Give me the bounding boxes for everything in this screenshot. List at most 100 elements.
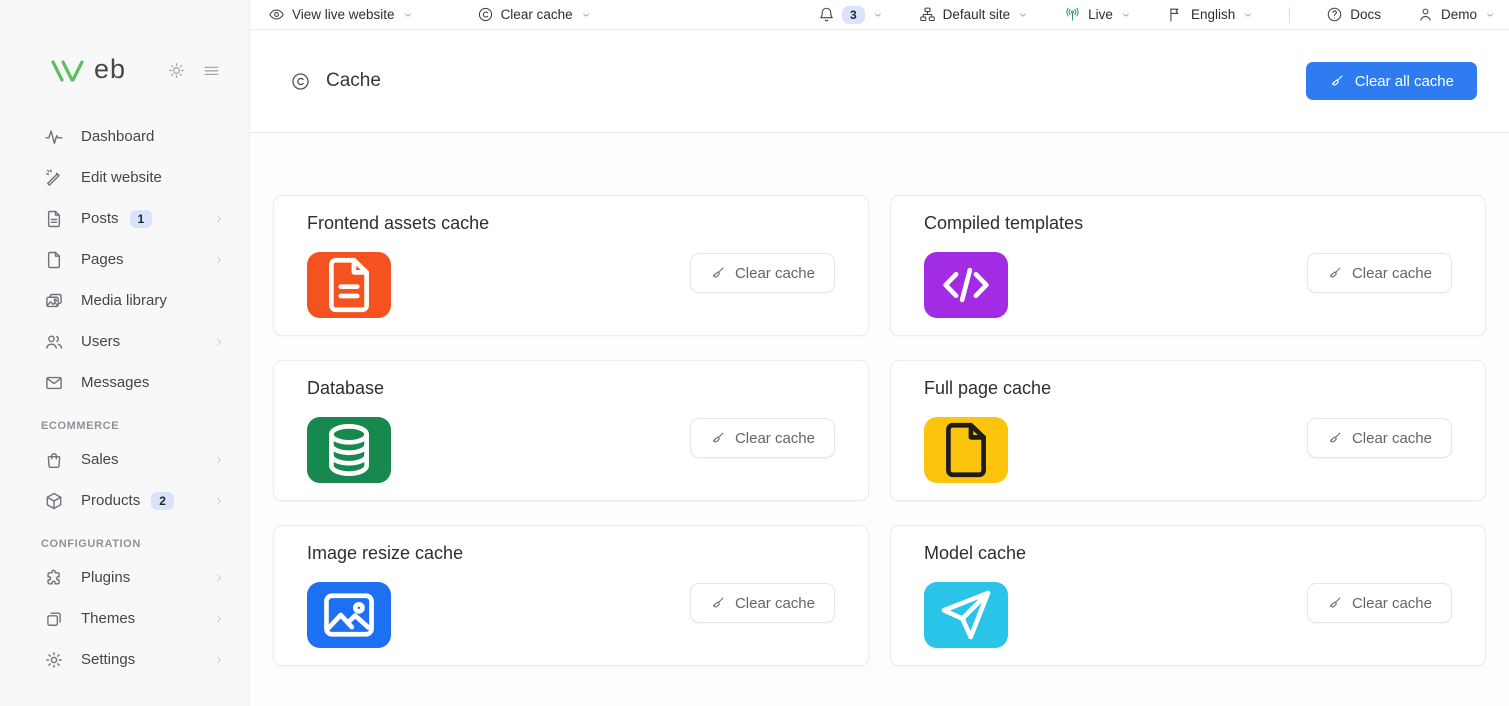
page-header: Cache Clear all cache: [250, 30, 1509, 133]
chevron-down-icon: [1243, 10, 1253, 20]
sidebar-item-users[interactable]: Users: [0, 321, 249, 362]
clear-all-cache-label: Clear all cache: [1355, 73, 1454, 90]
docs-link[interactable]: Docs: [1326, 6, 1381, 23]
sidebar-item-label: Sales: [81, 451, 119, 468]
topbar-divider: [1289, 7, 1290, 23]
sidebar-item-plugins[interactable]: Plugins: [0, 557, 249, 598]
app-logo[interactable]: eb: [50, 56, 167, 84]
clear-cache-button[interactable]: Clear cache: [690, 583, 835, 623]
broom-icon: [710, 595, 726, 611]
box-icon: [44, 491, 64, 511]
app-window: eb Dashboard Edit website Posts 1: [0, 0, 1509, 706]
card-title: Compiled templates: [924, 213, 1452, 234]
file-icon: [924, 417, 1008, 483]
clear-cache-button[interactable]: Clear cache: [690, 418, 835, 458]
collapse-menu-icon[interactable]: [202, 61, 221, 80]
clear-cache-menu[interactable]: Clear cache: [477, 6, 591, 23]
clear-cache-button[interactable]: Clear cache: [690, 253, 835, 293]
sidebar-item-media-library[interactable]: Media library: [0, 280, 249, 321]
sidebar-item-sales[interactable]: Sales: [0, 439, 249, 480]
clear-cache-label: Clear cache: [1352, 430, 1432, 447]
card-image-resize-cache: Image resize cache Clear cache: [273, 525, 869, 666]
sidebar-item-themes[interactable]: Themes: [0, 598, 249, 639]
sidebar-item-label: Plugins: [81, 569, 130, 586]
sidebar-item-dashboard[interactable]: Dashboard: [0, 116, 249, 157]
media-images-icon: [44, 291, 64, 311]
magic-wand-icon: [44, 168, 64, 188]
flag-icon: [1167, 6, 1184, 23]
cache-icon: [477, 6, 494, 23]
sidebar-item-products[interactable]: Products 2: [0, 480, 249, 521]
clear-cache-label: Clear cache: [501, 7, 573, 22]
users-icon: [44, 332, 64, 352]
count-badge: 2: [151, 492, 174, 510]
chevron-down-icon: [403, 10, 413, 20]
clear-cache-label: Clear cache: [1352, 595, 1432, 612]
section-label-ecommerce: ECOMMERCE: [0, 420, 249, 432]
sidebar-item-settings[interactable]: Settings: [0, 639, 249, 680]
clear-cache-button[interactable]: Clear cache: [1307, 583, 1452, 623]
clear-cache-label: Clear cache: [735, 265, 815, 282]
site-selector-menu[interactable]: Default site: [919, 6, 1029, 23]
card-title: Full page cache: [924, 378, 1452, 399]
clear-cache-button[interactable]: Clear cache: [1307, 418, 1452, 458]
sidebar: eb Dashboard Edit website Posts 1: [0, 0, 250, 706]
sidebar-item-label: Products: [81, 492, 140, 509]
clear-cache-label: Clear cache: [735, 430, 815, 447]
section-label-configuration: CONFIGURATION: [0, 538, 249, 550]
environment-menu[interactable]: Live: [1064, 6, 1131, 23]
sidebar-item-pages[interactable]: Pages: [0, 239, 249, 280]
clear-cache-button[interactable]: Clear cache: [1307, 253, 1452, 293]
card-title: Database: [307, 378, 835, 399]
chevron-right-icon: [213, 495, 225, 507]
code-icon: [924, 252, 1008, 318]
user-menu[interactable]: Demo: [1417, 6, 1495, 23]
chevron-down-icon: [581, 10, 591, 20]
file-text-icon: [44, 209, 64, 229]
chevron-right-icon: [213, 254, 225, 266]
language-menu[interactable]: English: [1167, 6, 1253, 23]
card-frontend-assets-cache: Frontend assets cache Clear cache: [273, 195, 869, 336]
activity-icon: [44, 127, 64, 147]
mail-icon: [44, 373, 64, 393]
sidebar-item-label: Users: [81, 333, 120, 350]
sidebar-item-messages[interactable]: Messages: [0, 362, 249, 403]
sidebar-item-label: Dashboard: [81, 128, 154, 145]
sidebar-item-posts[interactable]: Posts 1: [0, 198, 249, 239]
content-area: Frontend assets cache Clear cache Compil…: [250, 133, 1509, 706]
sidebar-nav: Dashboard Edit website Posts 1 Pages Med…: [0, 116, 249, 680]
copy-layers-icon: [44, 609, 64, 629]
chevron-down-icon: [1018, 10, 1028, 20]
eye-icon: [268, 6, 285, 23]
puzzle-icon: [44, 568, 64, 588]
broom-icon: [710, 430, 726, 446]
chevron-down-icon: [1121, 10, 1131, 20]
notifications-menu[interactable]: 3: [818, 6, 883, 24]
clear-cache-label: Clear cache: [735, 595, 815, 612]
chevron-right-icon: [213, 336, 225, 348]
view-live-website-menu[interactable]: View live website: [268, 6, 413, 23]
broom-icon: [710, 265, 726, 281]
theme-toggle-sun-icon[interactable]: [167, 61, 186, 80]
card-title: Image resize cache: [307, 543, 835, 564]
sidebar-item-label: Pages: [81, 251, 124, 268]
chevron-right-icon: [213, 613, 225, 625]
send-icon: [924, 582, 1008, 648]
sidebar-item-label: Media library: [81, 292, 167, 309]
shopping-bag-icon: [44, 450, 64, 470]
clear-all-cache-button[interactable]: Clear all cache: [1306, 62, 1477, 100]
card-title: Frontend assets cache: [307, 213, 835, 234]
environment-label: Live: [1088, 7, 1113, 22]
count-badge: 1: [130, 210, 153, 228]
file-text-icon: [307, 252, 391, 318]
broadcast-live-icon: [1064, 6, 1081, 23]
notifications-count-badge: 3: [842, 6, 865, 24]
card-database: Database Clear cache: [273, 360, 869, 501]
logo-text: eb: [94, 56, 126, 84]
sidebar-item-label: Themes: [81, 610, 135, 627]
language-label: English: [1191, 7, 1235, 22]
sidebar-item-edit-website[interactable]: Edit website: [0, 157, 249, 198]
chevron-right-icon: [213, 572, 225, 584]
card-full-page-cache: Full page cache Clear cache: [890, 360, 1486, 501]
broom-icon: [1327, 430, 1343, 446]
